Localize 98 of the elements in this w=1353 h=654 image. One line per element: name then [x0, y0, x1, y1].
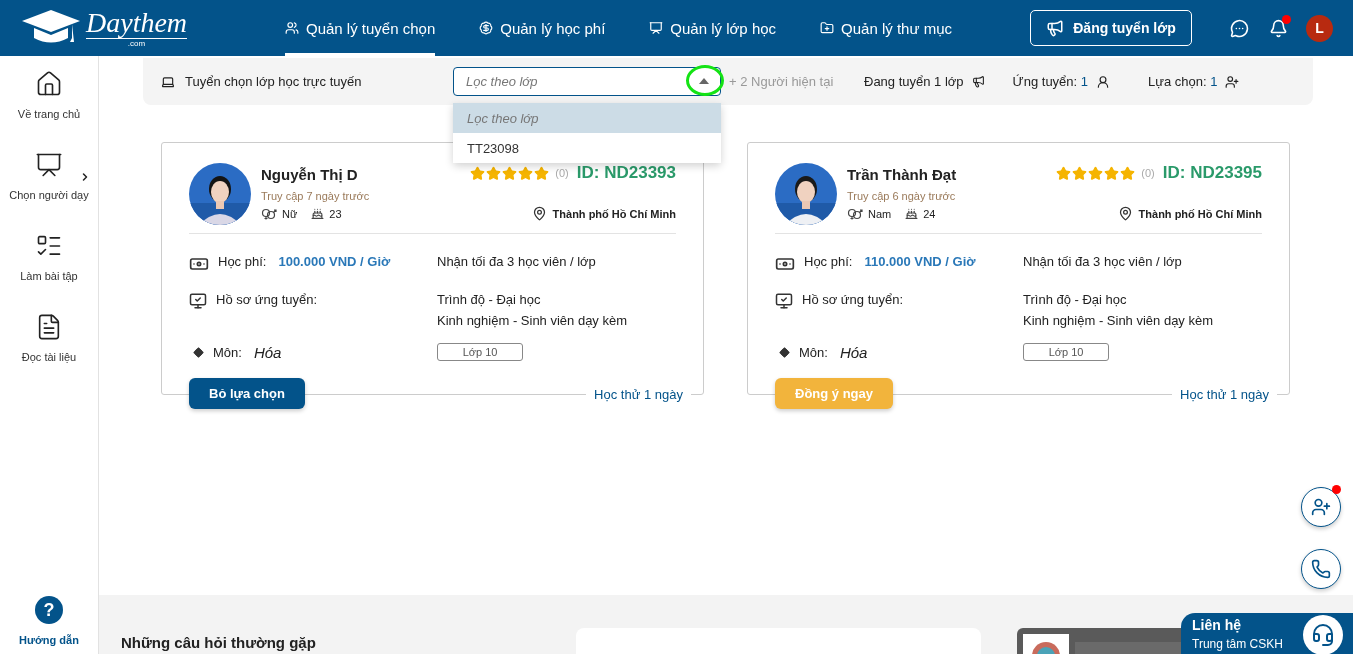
trial-link[interactable]: Học thử 1 ngày: [1172, 387, 1277, 402]
current-count: + 2 Người hiện tại: [729, 74, 835, 89]
headset-icon: [1311, 623, 1335, 647]
sidebar-item[interactable]: Làm bài tập: [0, 232, 99, 313]
sidebar-item[interactable]: Chọn người dạy: [0, 151, 99, 232]
cake-icon: [905, 207, 919, 220]
dropdown-option[interactable]: TT23098: [453, 133, 721, 163]
last-access: Truy cập 7 ngày trước: [261, 190, 371, 202]
sidebar-item[interactable]: Về trang chủ: [0, 70, 99, 151]
user-icon: [1096, 74, 1111, 89]
logo-text[interactable]: Daythem: [86, 8, 188, 39]
diamond-icon: [193, 346, 204, 358]
tutor-id: ID: ND23393: [576, 163, 676, 183]
gender-text: Nữ: [282, 207, 298, 220]
faq-title: Những câu hỏi thường gặp: [121, 634, 317, 651]
age-text: 23: [329, 207, 342, 220]
location-text: Thành phố Hồ Chí Minh: [552, 207, 676, 220]
star-icon: [1072, 165, 1088, 181]
star-icon: [1056, 165, 1072, 181]
megaphone-icon: [1046, 19, 1065, 37]
logo-suffix: .com: [127, 39, 146, 48]
filter-title: Tuyển chọn lớp học trực tuyến: [185, 74, 363, 89]
user-avatar[interactable]: L: [1306, 14, 1333, 42]
diamond-icon: [779, 346, 790, 358]
star-icon: [486, 165, 502, 181]
gender-icon: [261, 207, 277, 220]
nav-icon: [479, 21, 494, 35]
star-icon: [534, 165, 550, 181]
grade-tag: Lớp 10: [1023, 343, 1109, 361]
laptop-icon: [161, 74, 175, 89]
caret-icon: [699, 78, 709, 84]
star-icon: [1088, 165, 1104, 181]
star-icon: [1104, 165, 1120, 181]
experience-text: Kinh nghiệm - Sinh viên dạy kèm: [437, 313, 628, 328]
sidebar-icon: [35, 70, 63, 98]
chat-icon[interactable]: [1230, 18, 1249, 38]
megaphone-icon: [971, 75, 985, 88]
monitor-icon: [775, 292, 793, 310]
grade-tag: Lớp 10: [437, 343, 523, 361]
nav-icon: [649, 21, 664, 35]
profile-label: Hồ sơ ứng tuyển:: [802, 292, 904, 307]
subject-value: Hóa: [839, 343, 868, 361]
contact-widget[interactable]: Liên hệ Trung tâm CSKH: [1181, 613, 1353, 654]
nav-icon: [820, 21, 835, 35]
contact-subtitle: Trung tâm CSKH: [1192, 637, 1284, 651]
location-text: Thành phố Hồ Chí Minh: [1138, 207, 1262, 220]
user-plus-icon: [1225, 74, 1240, 89]
rating-count: (0): [1141, 167, 1155, 179]
tutor-name: Trần Thành Đạt: [847, 165, 957, 183]
subject-label: Môn:: [799, 344, 828, 360]
cake-icon: [311, 207, 325, 220]
age-text: 24: [923, 207, 936, 220]
subject-value: Hóa: [253, 343, 282, 361]
capacity-text: Nhận tối đa 3 học viên / lớp: [437, 254, 596, 269]
class-filter-select[interactable]: Lọc theo lớp: [453, 67, 721, 96]
applied-text: Ứng tuyển: 1: [1012, 74, 1089, 89]
gender-text: Nam: [868, 207, 892, 220]
nav-tab[interactable]: Quản lý thư mục: [820, 0, 952, 56]
fee-label: Học phí:: [218, 254, 267, 269]
fee-label: Học phí:: [804, 254, 853, 269]
location-pin-icon: [1117, 206, 1133, 221]
help-icon[interactable]: ?: [35, 596, 63, 624]
location-pin-icon: [531, 206, 547, 221]
guide-link[interactable]: Hướng dẫn: [19, 634, 79, 646]
phone-icon: [1311, 559, 1331, 579]
fee-value: 100.000 VND / Giờ: [278, 254, 391, 269]
post-class-button[interactable]: Đăng tuyển lớp: [1030, 10, 1192, 46]
last-access: Truy cập 6 ngày trước: [847, 190, 957, 202]
tutor-name: Nguyễn Thị D: [261, 165, 358, 183]
gender-icon: [847, 207, 863, 220]
subject-label: Môn:: [213, 344, 242, 360]
star-icon: [502, 165, 518, 181]
monitor-icon: [189, 292, 207, 310]
experience-text: Kinh nghiệm - Sinh viên dạy kèm: [1023, 313, 1214, 328]
sidebar-item[interactable]: Đọc tài liệu: [0, 313, 99, 394]
call-button[interactable]: [1301, 549, 1341, 589]
invite-button[interactable]: [1301, 487, 1341, 527]
star-icon: [1120, 165, 1136, 181]
chosen-text: Lựa chọn: 1: [1148, 74, 1218, 89]
profile-label: Hồ sơ ứng tuyển:: [216, 292, 318, 307]
user-plus-icon: [1311, 497, 1331, 517]
nav-icon: [285, 21, 299, 35]
recruiting-text: Đang tuyển 1 lớp: [864, 74, 964, 89]
level-text: Trình độ - Đại học: [437, 292, 542, 307]
level-text: Trình độ - Đại học: [1023, 292, 1128, 307]
capacity-text: Nhận tối đa 3 học viên / lớp: [1023, 254, 1182, 269]
rating-count: (0): [555, 167, 569, 179]
star-icon: [518, 165, 534, 181]
bell-icon[interactable]: [1269, 18, 1288, 38]
nav-tab[interactable]: Quản lý lớp học: [649, 0, 777, 56]
sidebar-icon: [35, 151, 63, 179]
fee-value: 110.000 VND / Giờ: [864, 254, 976, 269]
nav-tab[interactable]: Quản lý học phí: [479, 0, 606, 56]
contact-title: Liên hệ: [1192, 617, 1242, 633]
action-button[interactable]: Bỏ lựa chọn: [189, 378, 305, 409]
tutor-id: ID: ND23395: [1162, 163, 1262, 183]
star-icon: [470, 165, 486, 181]
trial-link[interactable]: Học thử 1 ngày: [586, 387, 691, 402]
